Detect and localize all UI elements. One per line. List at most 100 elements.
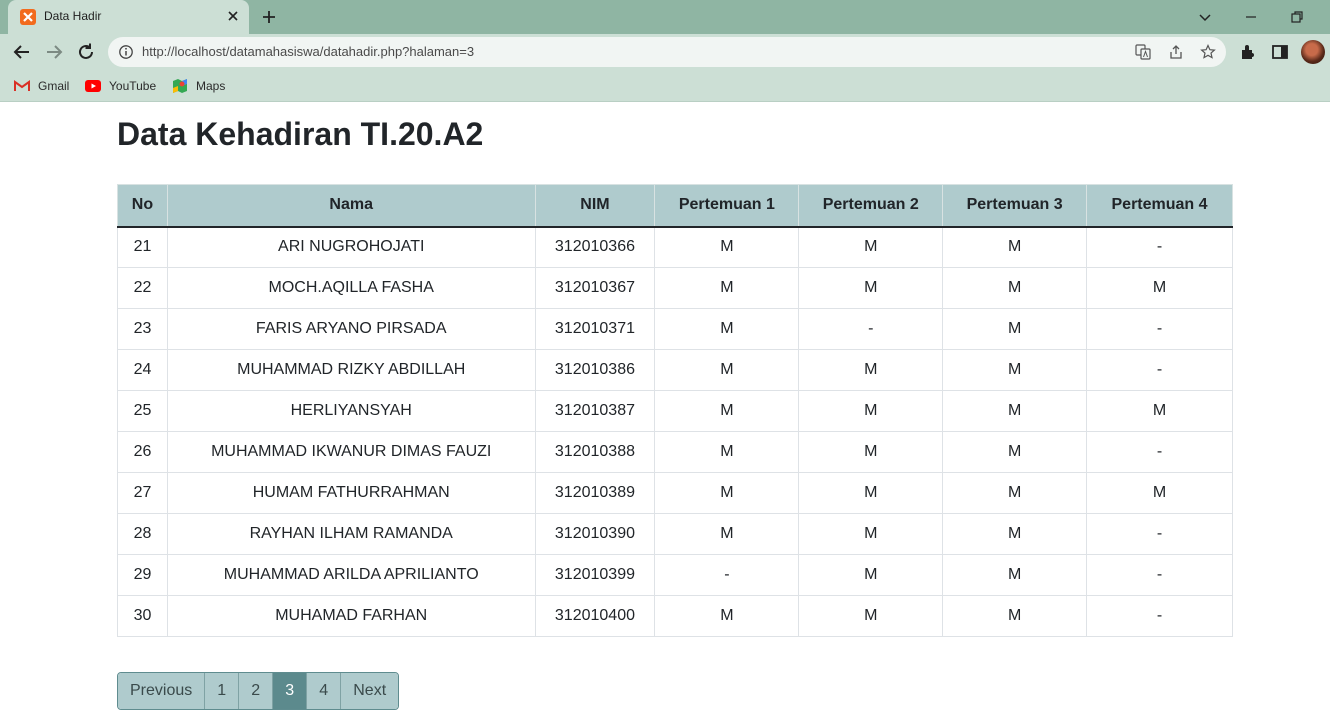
site-info-icon[interactable] xyxy=(118,44,134,60)
cell-pertemuan-4: - xyxy=(1086,431,1233,473)
cell-nim: 312010388 xyxy=(534,431,656,473)
cell-no: 24 xyxy=(117,349,168,391)
cell-pertemuan-2: M xyxy=(798,267,944,309)
cell-pertemuan-1: M xyxy=(654,226,800,268)
column-header-pertemuan-3: Pertemuan 3 xyxy=(942,184,1088,228)
column-header-nama: Nama xyxy=(166,184,536,228)
bookmark-label: Gmail xyxy=(38,79,70,93)
table-row: 21 ARI NUGROHOJATI 312010366 M M M - xyxy=(117,226,1233,268)
cell-pertemuan-2: M xyxy=(798,554,944,596)
bookmarks-bar: Gmail YouTube Maps xyxy=(0,70,1330,102)
cell-pertemuan-1: - xyxy=(654,554,800,596)
url-text: http://localhost/datamahasiswa/datahadir… xyxy=(142,44,475,59)
page-4-button[interactable]: 4 xyxy=(307,673,342,709)
youtube-icon xyxy=(85,80,101,92)
profile-avatar[interactable] xyxy=(1301,40,1325,64)
previous-page-button[interactable]: Previous xyxy=(118,673,206,709)
tab-title: Data Hadir xyxy=(44,9,102,23)
cell-pertemuan-4: - xyxy=(1086,308,1233,350)
bookmark-maps[interactable]: Maps xyxy=(172,77,225,95)
cell-pertemuan-3: M xyxy=(942,308,1088,350)
column-header-pertemuan-4: Pertemuan 4 xyxy=(1086,184,1233,228)
new-tab-icon[interactable] xyxy=(260,8,278,26)
cell-pertemuan-4: M xyxy=(1086,472,1233,514)
cell-pertemuan-3: M xyxy=(942,349,1088,391)
cell-pertemuan-1: M xyxy=(654,513,800,555)
table-header-row: No Nama NIM Pertemuan 1 Pertemuan 2 Pert… xyxy=(117,184,1233,228)
cell-nim: 312010386 xyxy=(534,349,656,391)
cell-no: 23 xyxy=(117,308,168,350)
cell-pertemuan-1: M xyxy=(654,431,800,473)
bookmark-gmail[interactable]: Gmail xyxy=(14,77,69,95)
table-row: 30 MUHAMAD FARHAN 312010400 M M M - xyxy=(117,595,1233,637)
bookmark-label: Maps xyxy=(196,79,226,93)
cell-nim: 312010399 xyxy=(534,554,656,596)
back-icon[interactable] xyxy=(11,41,33,63)
cell-pertemuan-2: M xyxy=(798,513,944,555)
cell-nama: MUHAMAD FARHAN xyxy=(166,595,536,637)
extensions-icon[interactable] xyxy=(1238,42,1258,62)
browser-tab[interactable]: Data Hadir xyxy=(8,0,249,34)
next-page-button[interactable]: Next xyxy=(341,673,399,709)
cell-pertemuan-3: M xyxy=(942,472,1088,514)
translate-icon[interactable] xyxy=(1135,44,1151,60)
share-icon[interactable] xyxy=(1168,44,1184,60)
table-row: 29 MUHAMMAD ARILDA APRILIANTO 312010399- M M… xyxy=(117,554,1233,596)
page-title: Data Kehadiran TI.20.A2 xyxy=(117,116,484,152)
cell-no: 28 xyxy=(117,513,168,555)
cell-pertemuan-4: M xyxy=(1086,267,1233,309)
forward-icon[interactable] xyxy=(43,41,65,63)
column-header-pertemuan-1: Pertemuan 1 xyxy=(654,184,800,228)
table-row: 27 HUMAM FATHURRAHMAN 312010389 M M M M xyxy=(117,472,1233,514)
cell-nim: 312010366 xyxy=(534,226,656,268)
cell-nama: HUMAM FATHURRAHMAN xyxy=(166,472,536,514)
table-row: 26 MUHAMMAD IKWANUR DIMAS FAUZI 312010388 M… xyxy=(117,431,1233,473)
cell-pertemuan-4: - xyxy=(1086,595,1233,637)
cell-pertemuan-4: - xyxy=(1086,226,1233,268)
page-1-button[interactable]: 1 xyxy=(205,673,240,709)
cell-nama: ARI NUGROHOJATI xyxy=(166,226,536,268)
cell-pertemuan-4: - xyxy=(1086,349,1233,391)
tab-strip: Data Hadir xyxy=(0,0,1330,34)
table-row: 25 HERLIYANSYAH 312010387 M M M M xyxy=(117,390,1233,432)
cell-pertemuan-2: M xyxy=(798,595,944,637)
page-3-button[interactable]: 3 xyxy=(273,673,308,709)
tab-search-chevron-icon[interactable] xyxy=(1195,7,1215,27)
table-row: 24 MUHAMMAD RIZKY ABDILLAH 312010386 M M M - xyxy=(117,349,1233,391)
cell-nama: RAYHAN ILHAM RAMANDA xyxy=(166,513,536,555)
gmail-icon xyxy=(14,80,30,91)
cell-nim: 312010389 xyxy=(534,472,656,514)
cell-no: 26 xyxy=(117,431,168,473)
cell-nim: 312010400 xyxy=(534,595,656,637)
cell-pertemuan-1: M xyxy=(654,349,800,391)
close-tab-icon[interactable] xyxy=(225,8,241,24)
cell-pertemuan-1: M xyxy=(654,267,800,309)
cell-nim: 312010387 xyxy=(534,390,656,432)
bookmark-youtube[interactable]: YouTube xyxy=(85,77,156,95)
cell-nama: HERLIYANSYAH xyxy=(166,390,536,432)
cell-pertemuan-3: M xyxy=(942,267,1088,309)
address-bar[interactable]: http://localhost/datamahasiswa/datahadir… xyxy=(108,37,1226,67)
minimize-icon[interactable] xyxy=(1241,7,1261,27)
cell-pertemuan-3: M xyxy=(942,513,1088,555)
cell-nim: 312010390 xyxy=(534,513,656,555)
cell-pertemuan-1: M xyxy=(654,595,800,637)
cell-pertemuan-4: M xyxy=(1086,390,1233,432)
page-2-button[interactable]: 2 xyxy=(239,673,274,709)
cell-pertemuan-4: - xyxy=(1086,554,1233,596)
side-panel-icon[interactable] xyxy=(1270,42,1290,62)
table-row: 23 FARIS ARYANO PIRSADA 312010371 M - M - xyxy=(117,308,1233,350)
restore-icon[interactable] xyxy=(1287,7,1307,27)
cell-no: 22 xyxy=(117,267,168,309)
maps-icon xyxy=(173,79,187,93)
bookmark-star-icon[interactable] xyxy=(1200,44,1216,60)
cell-pertemuan-2: M xyxy=(798,226,944,268)
column-header-pertemuan-2: Pertemuan 2 xyxy=(798,184,944,228)
reload-icon[interactable] xyxy=(75,41,97,63)
cell-no: 21 xyxy=(117,226,168,268)
cell-no: 29 xyxy=(117,554,168,596)
cell-nim: 312010367 xyxy=(534,267,656,309)
table-row: 28 RAYHAN ILHAM RAMANDA 312010390 M M M - xyxy=(117,513,1233,555)
cell-pertemuan-2: M xyxy=(798,472,944,514)
cell-no: 30 xyxy=(117,595,168,637)
